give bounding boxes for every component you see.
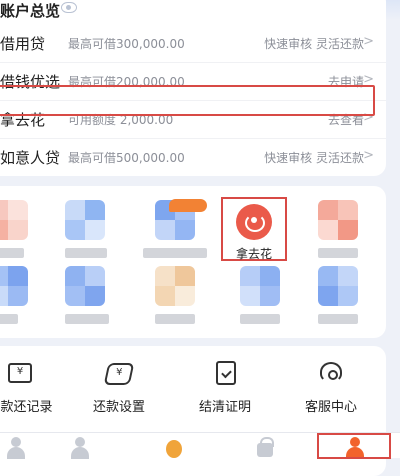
repayment-record-icon: ¥ bbox=[5, 360, 35, 388]
blurred-app-icon[interactable] bbox=[0, 266, 28, 306]
loan-limit: 最高可借500,000.00 bbox=[68, 151, 185, 165]
loan-action: 快速审核 灵活还款 bbox=[264, 151, 364, 165]
blurred-app-icon[interactable] bbox=[155, 266, 195, 306]
customer-service-icon bbox=[316, 360, 346, 388]
repayment-settings-icon: ¥ bbox=[103, 360, 135, 388]
service-customer-center[interactable]: 客服中心 bbox=[291, 360, 371, 415]
blurred-app-label bbox=[318, 314, 358, 324]
chevron-right-icon: > bbox=[363, 148, 374, 163]
blurred-app-icon[interactable] bbox=[318, 200, 358, 240]
eye-icon[interactable] bbox=[61, 2, 77, 13]
service-repayment-settings[interactable]: ¥ 还款设置 bbox=[79, 360, 159, 415]
highlight-box bbox=[0, 85, 375, 116]
service-label: 结清证明 bbox=[198, 400, 251, 415]
service-repayment-record[interactable]: ¥ 还款还记录 bbox=[0, 360, 60, 415]
blurred-app-label bbox=[0, 314, 18, 324]
featured-app-label: 拿去花 bbox=[235, 247, 272, 261]
flower-wallet-icon bbox=[236, 204, 272, 240]
service-label: 还款设置 bbox=[92, 400, 145, 415]
section-title: 账户总览 bbox=[0, 2, 61, 20]
service-settlement-certificate[interactable]: 结清证明 bbox=[185, 360, 265, 415]
service-label: 客服中心 bbox=[304, 400, 357, 415]
settlement-certificate-icon bbox=[210, 360, 240, 388]
tab-highlight-box bbox=[317, 433, 391, 459]
lock-icon[interactable] bbox=[253, 437, 277, 458]
money-bag-icon[interactable] bbox=[162, 437, 186, 458]
loan-row[interactable]: 借用贷 最高可借300,000.00 快速审核 灵活还款 > bbox=[0, 24, 386, 62]
promo-badge bbox=[169, 199, 207, 212]
blurred-app-label bbox=[0, 248, 24, 258]
service-icon[interactable] bbox=[4, 437, 28, 459]
loan-action: 快速审核 灵活还款 bbox=[264, 37, 364, 51]
blurred-app-label bbox=[155, 314, 195, 324]
user-icon[interactable] bbox=[68, 437, 92, 459]
blurred-app-label bbox=[318, 248, 358, 258]
blurred-app-label bbox=[143, 248, 207, 258]
blurred-app-icon[interactable] bbox=[0, 200, 28, 240]
blurred-app-icon[interactable] bbox=[318, 266, 358, 306]
featured-app-tile[interactable]: 拿去花 bbox=[221, 197, 287, 261]
blurred-app-icon[interactable] bbox=[240, 266, 280, 306]
chevron-right-icon: > bbox=[363, 34, 374, 49]
loan-limit: 最高可借300,000.00 bbox=[68, 37, 185, 51]
loan-name: 如意人贷 bbox=[0, 149, 61, 167]
loan-overview-card: 账户总览 借用贷 最高可借300,000.00 快速审核 灵活还款 > 借钱优选… bbox=[0, 0, 386, 176]
blurred-app-label bbox=[240, 314, 280, 324]
app-grid-card: 拿去花 bbox=[0, 186, 386, 338]
loan-name: 借用贷 bbox=[0, 35, 46, 53]
blurred-app-label bbox=[65, 248, 107, 258]
blurred-app-icon[interactable] bbox=[65, 266, 105, 306]
blurred-app-icon[interactable] bbox=[65, 200, 105, 240]
blurred-app-label bbox=[65, 314, 109, 324]
loan-row[interactable]: 如意人贷 最高可借500,000.00 快速审核 灵活还款 > bbox=[0, 138, 386, 176]
service-label: 还款还记录 bbox=[0, 400, 53, 415]
